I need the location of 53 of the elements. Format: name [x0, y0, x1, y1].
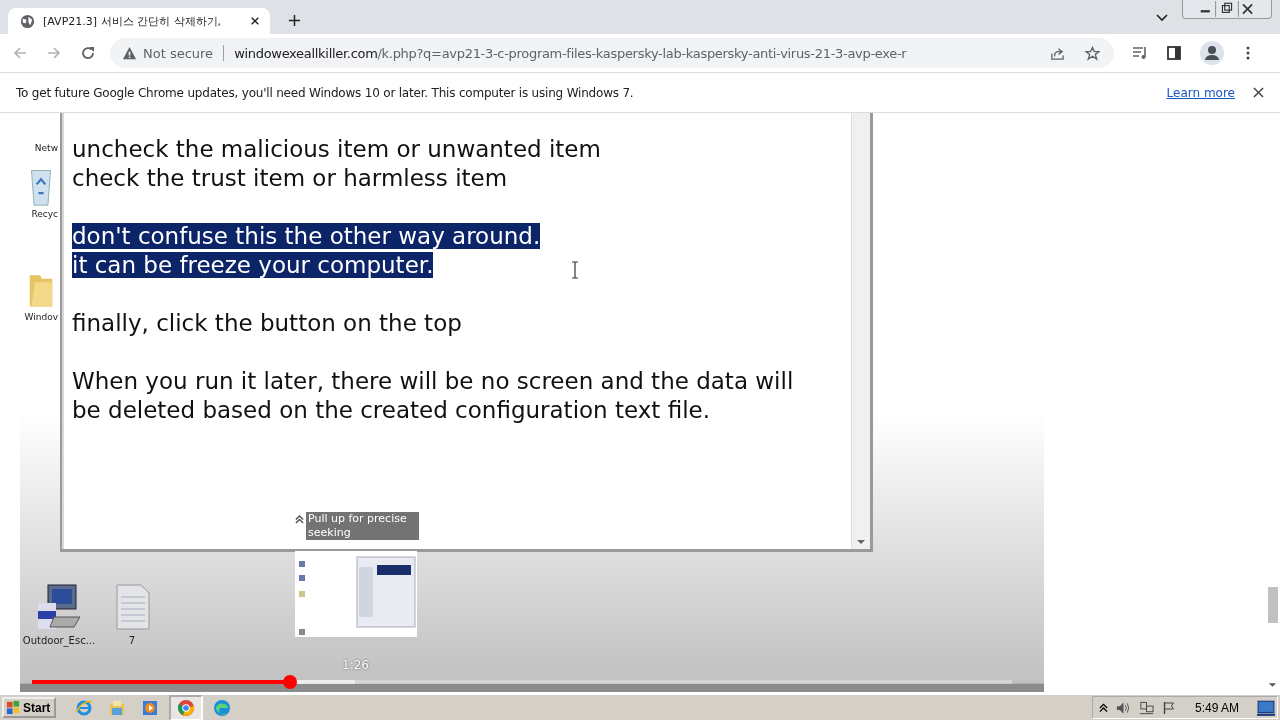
- show-desktop-icon[interactable]: [1257, 699, 1275, 716]
- clock[interactable]: 5:49 AM: [1194, 700, 1239, 715]
- windows-logo-icon: [6, 700, 21, 715]
- document-line: check the trust item or harmless item: [72, 165, 508, 191]
- tab-title: [AVP21.3] 서비스 간단히 삭제하기,: [43, 13, 223, 29]
- profile-icon[interactable]: [1200, 41, 1224, 65]
- scroll-down-icon[interactable]: [1268, 682, 1277, 688]
- star-icon[interactable]: [1085, 45, 1100, 61]
- update-message: To get future Google Chrome updates, you'll need Windows 10 or later. This computer is using Windows 7.: [16, 85, 634, 100]
- start-button[interactable]: Start: [2, 697, 57, 718]
- folder-icon: [108, 698, 127, 717]
- scrollbar[interactable]: [851, 113, 870, 549]
- desktop-icon-label: Windov: [24, 312, 58, 322]
- chrome-taskbar-button[interactable]: [169, 694, 204, 720]
- wave-logo-icon: [213, 698, 232, 717]
- learn-more-link[interactable]: Learn more: [1166, 85, 1235, 100]
- progress-handle[interactable]: [282, 675, 297, 689]
- desktop-icon-label: 7: [128, 635, 136, 646]
- round-logo-icon: [177, 698, 196, 717]
- media-icon[interactable]: [1132, 45, 1148, 61]
- speaker-icon[interactable]: [1115, 700, 1131, 715]
- chevrons-up-icon: [295, 515, 304, 524]
- close-icon[interactable]: [250, 16, 260, 26]
- progress-track[interactable]: [32, 675, 1012, 689]
- text-cursor-icon: [571, 261, 579, 279]
- scroll-down-icon[interactable]: [856, 539, 866, 545]
- desktop-icon-label: Netw: [34, 143, 58, 153]
- window-controls[interactable]: [1182, 0, 1272, 19]
- document-line: be deleted based on the created configuration text file.: [72, 397, 711, 423]
- url-text: windowexeallkiller.com/k.php?q=avp21-3-c-program-files-kaspersky-lab-kaspersky-anti-virus-21-3-avp-exe-r: [234, 45, 907, 61]
- document-line: uncheck the malicious item or unwanted item: [72, 136, 601, 162]
- warning-icon: [122, 45, 137, 61]
- desktop-icon-label: Outdoor_Esc...: [22, 635, 96, 646]
- scrollbar-thumb[interactable]: [1268, 587, 1278, 623]
- side-panel-icon[interactable]: [1166, 45, 1182, 61]
- flag-icon[interactable]: [1161, 700, 1177, 715]
- chevron-down-icon[interactable]: [1156, 14, 1168, 22]
- desktop-icon-label: Recyc: [31, 209, 58, 219]
- address-bar[interactable]: Not secure windowexeallkiller.com/k.php?q=avp21-3-c-program-files-kaspersky-lab-kaspersky-anti-virus-21-3-avp-exe-r: [110, 38, 1114, 68]
- browser-tab[interactable]: [AVP21.3] 서비스 간단히 삭제하기,: [8, 8, 270, 34]
- network-icon[interactable]: [1138, 700, 1154, 715]
- security-label: Not secure: [143, 45, 214, 61]
- seek-hint: Pull up for precise seeking: [306, 512, 419, 540]
- chevrons-up-icon[interactable]: [1098, 700, 1108, 715]
- new-tab-icon[interactable]: [288, 14, 301, 27]
- play-icon: [141, 698, 160, 717]
- close-icon[interactable]: [1253, 87, 1264, 98]
- reload-icon[interactable]: [80, 45, 96, 61]
- globe-icon: [20, 13, 35, 29]
- seek-time: 1:26: [342, 658, 369, 672]
- globe-icon: [75, 698, 94, 717]
- document-line: When you run it later, there will be no screen and the data will: [72, 368, 794, 394]
- document-line: finally, click the button on the top: [72, 310, 462, 336]
